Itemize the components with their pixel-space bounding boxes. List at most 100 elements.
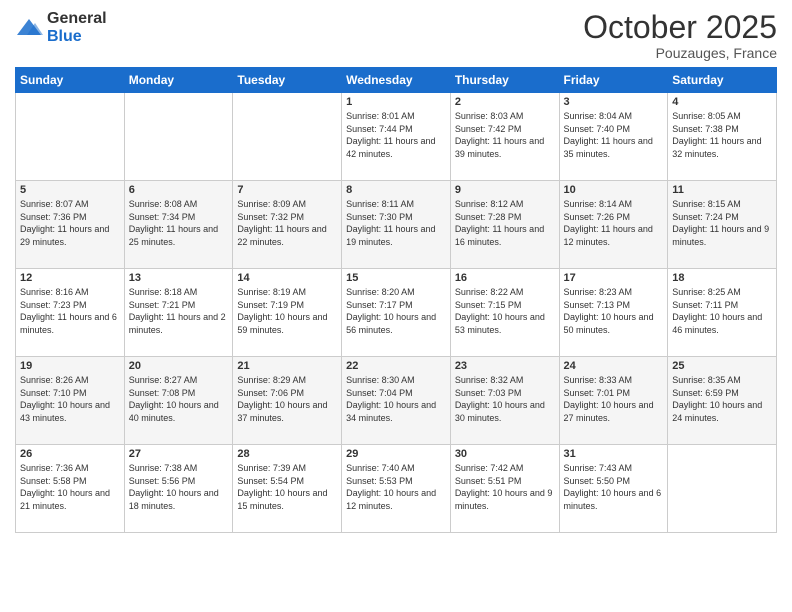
day-number: 27 <box>129 448 229 460</box>
header: General Blue October 2025 Pouzauges, Fra… <box>15 10 777 61</box>
calendar-cell: 2 Sunrise: 8:03 AM Sunset: 7:42 PM Daylig… <box>450 93 559 181</box>
day-info: Sunrise: 8:23 AM Sunset: 7:13 PM Dayligh… <box>564 286 664 336</box>
day-number: 20 <box>129 360 229 372</box>
calendar-cell: 22Sunrise: 8:30 AM Sunset: 7:04 PM Dayli… <box>342 357 451 445</box>
day-info: Sunrise: 8:01 AM Sunset: 7:44 PM Dayligh… <box>346 110 446 160</box>
day-info: Sunrise: 8:12 AM Sunset: 7:28 PM Dayligh… <box>455 198 555 248</box>
day-info: Sunrise: 8:18 AM Sunset: 7:21 PM Dayligh… <box>129 286 229 336</box>
calendar-cell: 19 Sunrise: 8:26 AM Sunset: 7:10 PM Dayli… <box>16 357 125 445</box>
calendar-cell: 23 Sunrise: 8:32 AM Sunset: 7:03 PM Dayli… <box>450 357 559 445</box>
day-number: 15 <box>346 272 446 284</box>
day-number: 25 <box>672 360 772 372</box>
day-number: 10 <box>564 184 664 196</box>
day-number: 1 <box>346 96 446 108</box>
day-info: Sunrise: 8:03 AM Sunset: 7:42 PM Dayligh… <box>455 110 555 160</box>
day-info: Sunrise: 7:43 AM Sunset: 5:50 PM Dayligh… <box>564 462 664 512</box>
calendar-table: Sunday Monday Tuesday Wednesday Thursday… <box>15 67 777 533</box>
calendar-cell: 25 Sunrise: 8:35 AM Sunset: 6:59 PM Dayli… <box>668 357 777 445</box>
day-number: 16 <box>455 272 555 284</box>
day-info: Sunrise: 8:35 AM Sunset: 6:59 PM Dayligh… <box>672 374 772 424</box>
day-number: 29 <box>346 448 446 460</box>
logo-icon <box>15 17 43 39</box>
calendar-week-2: 5 Sunrise: 8:07 AM Sunset: 7:36 PM Daylig… <box>16 181 777 269</box>
calendar-cell: 13 Sunrise: 8:18 AM Sunset: 7:21 PM Dayli… <box>124 269 233 357</box>
calendar-cell: 24 Sunrise: 8:33 AM Sunset: 7:01 PM Dayli… <box>559 357 668 445</box>
day-info: Sunrise: 8:07 AM Sunset: 7:36 PM Dayligh… <box>20 198 120 248</box>
day-info: Sunrise: 8:05 AM Sunset: 7:38 PM Dayligh… <box>672 110 772 160</box>
logo-text: General Blue <box>47 10 107 46</box>
day-number: 19 <box>20 360 120 372</box>
day-info: Sunrise: 8:32 AM Sunset: 7:03 PM Dayligh… <box>455 374 555 424</box>
day-info: Sunrise: 8:11 AM Sunset: 7:30 PM Dayligh… <box>346 198 446 248</box>
title-block: October 2025 Pouzauges, France <box>583 10 777 61</box>
col-tuesday: Tuesday <box>233 68 342 93</box>
col-monday: Monday <box>124 68 233 93</box>
logo-general: General <box>47 10 107 27</box>
calendar-cell: 15 Sunrise: 8:20 AM Sunset: 7:17 PM Dayli… <box>342 269 451 357</box>
calendar-header-row: Sunday Monday Tuesday Wednesday Thursday… <box>16 68 777 93</box>
day-info: Sunrise: 8:25 AM Sunset: 7:11 PM Dayligh… <box>672 286 772 336</box>
day-number: 4 <box>672 96 772 108</box>
calendar-cell: 8 Sunrise: 8:11 AM Sunset: 7:30 PM Daylig… <box>342 181 451 269</box>
calendar-page: General Blue October 2025 Pouzauges, Fra… <box>0 0 792 612</box>
day-number: 30 <box>455 448 555 460</box>
day-number: 5 <box>20 184 120 196</box>
day-info: Sunrise: 8:22 AM Sunset: 7:15 PM Dayligh… <box>455 286 555 336</box>
day-number: 21 <box>237 360 337 372</box>
day-info: Sunrise: 8:14 AM Sunset: 7:26 PM Dayligh… <box>564 198 664 248</box>
logo-blue: Blue <box>47 28 82 45</box>
calendar-cell: 27 Sunrise: 7:38 AM Sunset: 5:56 PM Dayli… <box>124 445 233 533</box>
day-number: 9 <box>455 184 555 196</box>
calendar-cell <box>668 445 777 533</box>
day-number: 13 <box>129 272 229 284</box>
calendar-cell: 5 Sunrise: 8:07 AM Sunset: 7:36 PM Daylig… <box>16 181 125 269</box>
calendar-week-5: 26 Sunrise: 7:36 AM Sunset: 5:58 PM Dayli… <box>16 445 777 533</box>
calendar-cell: 30 Sunrise: 7:42 AM Sunset: 5:51 PM Dayli… <box>450 445 559 533</box>
calendar-cell: 28 Sunrise: 7:39 AM Sunset: 5:54 PM Dayli… <box>233 445 342 533</box>
day-info: Sunrise: 8:30 AM Sunset: 7:04 PM Dayligh… <box>346 374 446 424</box>
day-info: Sunrise: 7:38 AM Sunset: 5:56 PM Dayligh… <box>129 462 229 512</box>
day-info: Sunrise: 8:26 AM Sunset: 7:10 PM Dayligh… <box>20 374 120 424</box>
calendar-cell: 11Sunrise: 8:15 AM Sunset: 7:24 PM Dayli… <box>668 181 777 269</box>
calendar-cell: 17Sunrise: 8:23 AM Sunset: 7:13 PM Dayli… <box>559 269 668 357</box>
day-number: 11 <box>672 184 772 196</box>
day-info: Sunrise: 8:20 AM Sunset: 7:17 PM Dayligh… <box>346 286 446 336</box>
logo: General Blue <box>15 10 107 46</box>
day-info: Sunrise: 8:29 AM Sunset: 7:06 PM Dayligh… <box>237 374 337 424</box>
col-wednesday: Wednesday <box>342 68 451 93</box>
calendar-cell: 4 Sunrise: 8:05 AM Sunset: 7:38 PM Daylig… <box>668 93 777 181</box>
calendar-cell: 26 Sunrise: 7:36 AM Sunset: 5:58 PM Dayli… <box>16 445 125 533</box>
day-info: Sunrise: 7:42 AM Sunset: 5:51 PM Dayligh… <box>455 462 555 512</box>
day-info: Sunrise: 8:09 AM Sunset: 7:32 PM Dayligh… <box>237 198 337 248</box>
calendar-week-3: 12Sunrise: 8:16 AM Sunset: 7:23 PM Dayli… <box>16 269 777 357</box>
day-number: 24 <box>564 360 664 372</box>
col-sunday: Sunday <box>16 68 125 93</box>
day-info: Sunrise: 8:33 AM Sunset: 7:01 PM Dayligh… <box>564 374 664 424</box>
calendar-cell: 10 Sunrise: 8:14 AM Sunset: 7:26 PM Dayli… <box>559 181 668 269</box>
calendar-cell: 16 Sunrise: 8:22 AM Sunset: 7:15 PM Dayli… <box>450 269 559 357</box>
day-info: Sunrise: 8:19 AM Sunset: 7:19 PM Dayligh… <box>237 286 337 336</box>
day-info: Sunrise: 7:39 AM Sunset: 5:54 PM Dayligh… <box>237 462 337 512</box>
day-number: 31 <box>564 448 664 460</box>
calendar-cell: 12Sunrise: 8:16 AM Sunset: 7:23 PM Dayli… <box>16 269 125 357</box>
col-saturday: Saturday <box>668 68 777 93</box>
calendar-cell: 21 Sunrise: 8:29 AM Sunset: 7:06 PM Dayli… <box>233 357 342 445</box>
day-number: 7 <box>237 184 337 196</box>
calendar-cell: 18Sunrise: 8:25 AM Sunset: 7:11 PM Dayli… <box>668 269 777 357</box>
calendar-cell: 31 Sunrise: 7:43 AM Sunset: 5:50 PM Dayli… <box>559 445 668 533</box>
calendar-cell: 29 Sunrise: 7:40 AM Sunset: 5:53 PM Dayli… <box>342 445 451 533</box>
calendar-week-4: 19 Sunrise: 8:26 AM Sunset: 7:10 PM Dayli… <box>16 357 777 445</box>
day-info: Sunrise: 7:40 AM Sunset: 5:53 PM Dayligh… <box>346 462 446 512</box>
day-number: 6 <box>129 184 229 196</box>
calendar-cell: 6Sunrise: 8:08 AM Sunset: 7:34 PM Daylig… <box>124 181 233 269</box>
day-number: 8 <box>346 184 446 196</box>
day-number: 2 <box>455 96 555 108</box>
day-number: 23 <box>455 360 555 372</box>
calendar-cell <box>233 93 342 181</box>
calendar-week-1: 1 Sunrise: 8:01 AM Sunset: 7:44 PM Daylig… <box>16 93 777 181</box>
day-info: Sunrise: 8:27 AM Sunset: 7:08 PM Dayligh… <box>129 374 229 424</box>
calendar-cell: 9 Sunrise: 8:12 AM Sunset: 7:28 PM Daylig… <box>450 181 559 269</box>
day-number: 28 <box>237 448 337 460</box>
day-info: Sunrise: 7:36 AM Sunset: 5:58 PM Dayligh… <box>20 462 120 512</box>
day-number: 26 <box>20 448 120 460</box>
